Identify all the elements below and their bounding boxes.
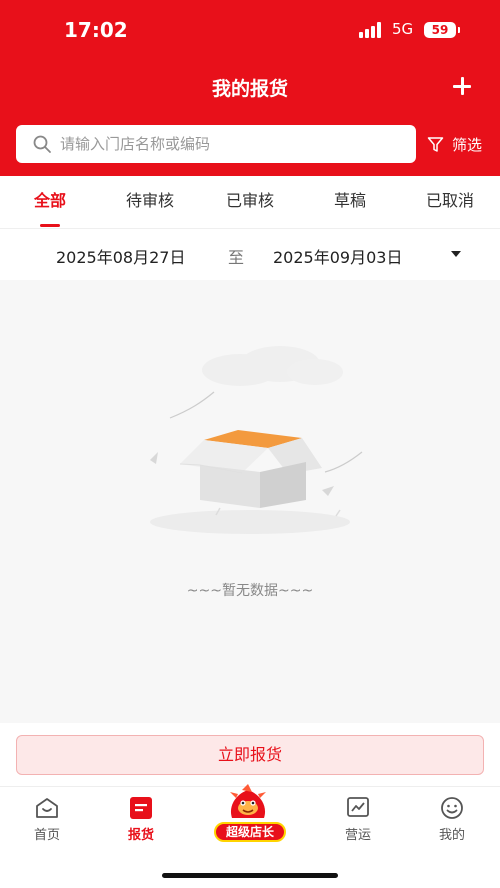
status-bar: 17:02 5G 59 <box>0 0 500 60</box>
tab-all[interactable]: 全部 <box>10 176 90 228</box>
tab-cancelled[interactable]: 已取消 <box>410 176 490 228</box>
tabbar-item-report[interactable]: 报货 <box>111 795 171 843</box>
active-tab-indicator <box>40 224 60 227</box>
date-end[interactable]: 2025年09月03日 <box>273 244 402 268</box>
tabbar-label-operations: 营运 <box>344 828 371 843</box>
empty-state-text: ~~~暂无数据~~~ <box>186 583 314 599</box>
search-icon <box>33 135 51 153</box>
battery-icon: 59 <box>424 22 460 38</box>
filter-button[interactable]: 筛选 <box>427 134 491 156</box>
tabbar-label-report: 报货 <box>127 828 154 843</box>
tab-draft[interactable]: 草稿 <box>310 176 390 228</box>
header: 17:02 5G 59 我的报货 筛选 <box>0 0 500 176</box>
search-bar[interactable] <box>16 125 416 163</box>
page-title: 我的报货 <box>211 78 288 100</box>
report-icon <box>130 797 152 819</box>
home-indicator <box>162 873 338 878</box>
home-icon <box>36 798 58 818</box>
chevron-down-icon[interactable] <box>451 251 461 257</box>
tabbar-label-super-manager[interactable]: 超级店长 <box>214 822 286 842</box>
filter-label: 筛选 <box>452 136 483 154</box>
filter-icon <box>427 137 444 152</box>
tab-reviewed[interactable]: 已审核 <box>210 176 290 228</box>
mascot-icon[interactable] <box>222 784 274 824</box>
signal-icon <box>359 22 383 38</box>
search-input[interactable] <box>60 125 400 163</box>
report-now-button[interactable]: 立即报货 <box>16 735 484 775</box>
tab-pending-review[interactable]: 待审核 <box>110 176 190 228</box>
tabbar-label-mine: 我的 <box>438 828 465 843</box>
chart-icon <box>347 797 369 817</box>
smile-icon <box>441 797 463 819</box>
tabbar-item-home[interactable]: 首页 <box>17 795 77 843</box>
tabbar-item-mine[interactable]: 我的 <box>422 795 482 843</box>
tabbar-label-home: 首页 <box>33 828 60 843</box>
date-separator: 至 <box>228 248 245 267</box>
date-range-picker[interactable]: 2025年08月27日 至 2025年09月03日 <box>0 228 500 280</box>
status-time: 17:02 <box>64 18 128 42</box>
network-label: 5G <box>392 20 414 38</box>
plus-icon[interactable] <box>448 72 476 100</box>
date-start[interactable]: 2025年08月27日 <box>56 244 185 268</box>
status-tabs: 全部 待审核 已审核 草稿 已取消 <box>0 176 500 228</box>
empty-box-icon <box>150 346 363 534</box>
tabbar-item-operations[interactable]: 营运 <box>328 795 388 843</box>
